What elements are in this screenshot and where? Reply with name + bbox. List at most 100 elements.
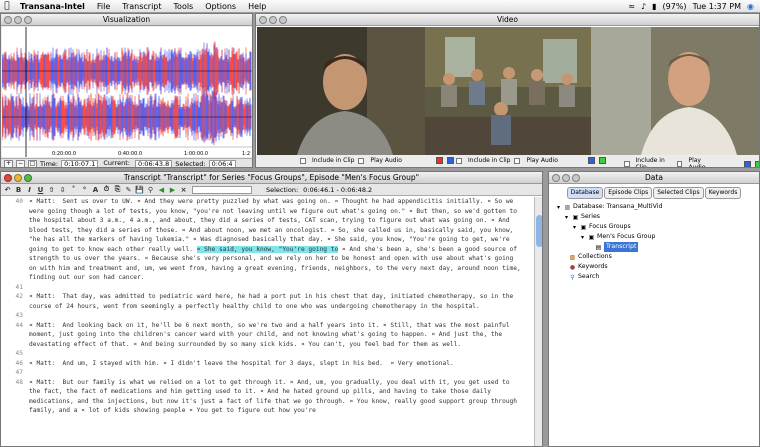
edit-mode-icon[interactable]: ✎ [124,185,133,194]
play-audio-label-1: Play Audio [370,157,402,164]
data-titlebar[interactable]: Data [549,172,759,184]
whisper-icon[interactable]: ° [80,185,89,194]
visualization-titlebar[interactable]: Visualization [1,14,252,26]
audible-breath-icon[interactable]: ˚ [69,185,78,194]
spotlight-icon[interactable]: ◉ [747,2,754,11]
transcript-line: 48 ¤ Matt: But our family is what we reli… [15,378,521,415]
transcript-line: 45 [15,350,23,357]
viz-tick-1: 0:20:00.0 [52,151,76,157]
show-timecodes-icon[interactable]: ⎘ [113,185,122,194]
zoom-in-icon[interactable]: + [4,160,13,167]
transcript-scrollbar[interactable] [534,197,542,446]
time-field: 0:10:07.1 [61,160,99,167]
transcript-text-area[interactable]: 40 ¤ Matt: Sent us over to UW. ¤ And they… [1,197,534,446]
selection-value: 0:06:46.1 - 0:06:48.2 [303,185,373,194]
close-button[interactable] [259,16,267,24]
video-frame-2[interactable] [425,27,591,155]
expand-icon[interactable]: ▾ [563,214,570,221]
tab-episode-clips[interactable]: Episode Clips [604,187,653,199]
volume-icon[interactable]: ♪ [641,2,646,11]
include-in-clip-checkbox-2[interactable] [456,157,462,164]
zoom-button[interactable] [24,174,32,182]
font-icon[interactable]: A [91,185,100,194]
menu-options[interactable]: Options [199,2,242,11]
close-button[interactable] [4,174,12,182]
minimize-button[interactable] [14,16,22,24]
tree-item-search[interactable]: ⚲ Search [555,272,755,282]
play-audio-checkbox-3[interactable] [676,161,683,167]
menu-transcript[interactable]: Transcript [116,2,167,11]
tab-database[interactable]: Database [566,187,604,199]
minimize-button[interactable] [269,16,277,24]
falling-intonation-icon[interactable]: ⇩ [58,185,67,194]
play-audio-checkbox-2[interactable] [514,157,521,164]
find-icon[interactable]: ⚲ [146,185,155,194]
zoom-button[interactable] [572,174,580,182]
tab-selected-clips[interactable]: Selected Clips [653,187,704,199]
visualization-window: Visualization 0:20:00.0 0:40:00.0 1:00:0… [0,13,253,168]
data-title: Data [645,173,663,182]
minimize-button[interactable] [14,174,22,182]
video-controls: Include in Clip Play Audio Include in Cl… [256,155,759,168]
play-audio-label-3: Play Audio [688,157,706,168]
video-frame-1[interactable] [257,27,425,155]
menu-tools[interactable]: Tools [168,2,200,11]
expand-icon[interactable]: ▾ [571,224,578,231]
transcript-search-field[interactable] [192,185,252,194]
tree-item-collections[interactable]: ▩ Collections [555,252,755,262]
menu-help[interactable]: Help [242,2,272,11]
tree-item-transcript[interactable]: ▤ Transcript [555,242,755,252]
italic-icon[interactable]: I [25,185,34,194]
transcript-window: Transcript "Transcript" for Series "Focu… [0,171,543,447]
viz-tick-3: 1:00:00.0 [184,151,208,157]
menu-bar:  Transana-Intel File Transcript Tools O… [0,0,760,13]
visualization-title: Visualization [102,15,151,24]
scrollbar-thumb[interactable] [536,215,542,247]
play-audio-checkbox-1[interactable] [358,157,365,164]
tree-item-mens-focus-group[interactable]: ▾ ▣ Men's Focus Group [555,232,755,242]
highlighted-selection[interactable]: ¤ She said, you know, "You're going to [196,245,339,253]
video-titlebar[interactable]: Video [256,14,759,26]
zoom-button[interactable] [279,16,287,24]
bold-icon[interactable]: B [14,185,23,194]
series-icon: ▣ [572,213,579,221]
clear-search-icon[interactable]: × [179,185,188,194]
wifi-icon[interactable]: ≈ [628,2,635,11]
zoom-button[interactable] [24,16,32,24]
include-in-clip-checkbox-3[interactable] [624,161,630,167]
selected-field: 0:06:4 [208,160,236,167]
timecode-icon[interactable]: ⏱ [102,185,111,194]
expand-icon[interactable]: ▾ [579,234,586,241]
zoom-out-icon[interactable]: − [16,160,25,167]
undo-icon[interactable]: ↶ [3,185,12,194]
battery-icon[interactable]: ▮ [652,2,656,11]
viz-tick-4: 1:2 [242,151,250,157]
include-in-clip-checkbox-1[interactable] [300,157,306,164]
tab-keywords[interactable]: Keywords [704,187,742,199]
viz-tick-2: 0:40:00.0 [118,151,142,157]
minimize-button[interactable] [562,174,570,182]
zoom-fit-icon[interactable]: □ [28,160,37,167]
apple-menu-icon[interactable]:  [0,1,14,11]
video-frame-3[interactable] [591,27,759,155]
transcript-toolbar: ↶ B I U ⇧ ⇩ ˚ ° A ⏱ ⎘ ✎ 💾 ⚲ ◀ ▶ × Select… [1,184,542,196]
tree-item-keywords[interactable]: ● Keywords [555,262,755,272]
next-icon[interactable]: ▶ [168,185,177,194]
close-button[interactable] [552,174,560,182]
expand-icon[interactable]: ▾ [555,204,562,211]
series-folder-icon: ▣ [580,223,587,231]
tree-item-series[interactable]: ▾ ▣ Series [555,212,755,222]
menubar-clock[interactable]: Tue 1:37 PM [693,2,741,11]
menu-file[interactable]: File [91,2,116,11]
app-name-menu[interactable]: Transana-Intel [14,2,91,11]
tree-item-database[interactable]: ▾ ▩ Database: Transana_MultiVid [555,202,755,212]
rising-intonation-icon[interactable]: ⇧ [47,185,56,194]
close-button[interactable] [4,16,12,24]
transcript-titlebar[interactable]: Transcript "Transcript" for Series "Focu… [1,172,542,184]
waveform-canvas[interactable]: 0:20:00.0 0:40:00.0 1:00:00.0 1:2 [2,27,252,157]
underline-icon[interactable]: U [36,185,45,194]
save-icon[interactable]: 💾 [135,185,144,194]
prev-icon[interactable]: ◀ [157,185,166,194]
tree-item-focus-groups[interactable]: ▾ ▣ Focus Groups [555,222,755,232]
selected-label: Selected: [175,160,206,168]
